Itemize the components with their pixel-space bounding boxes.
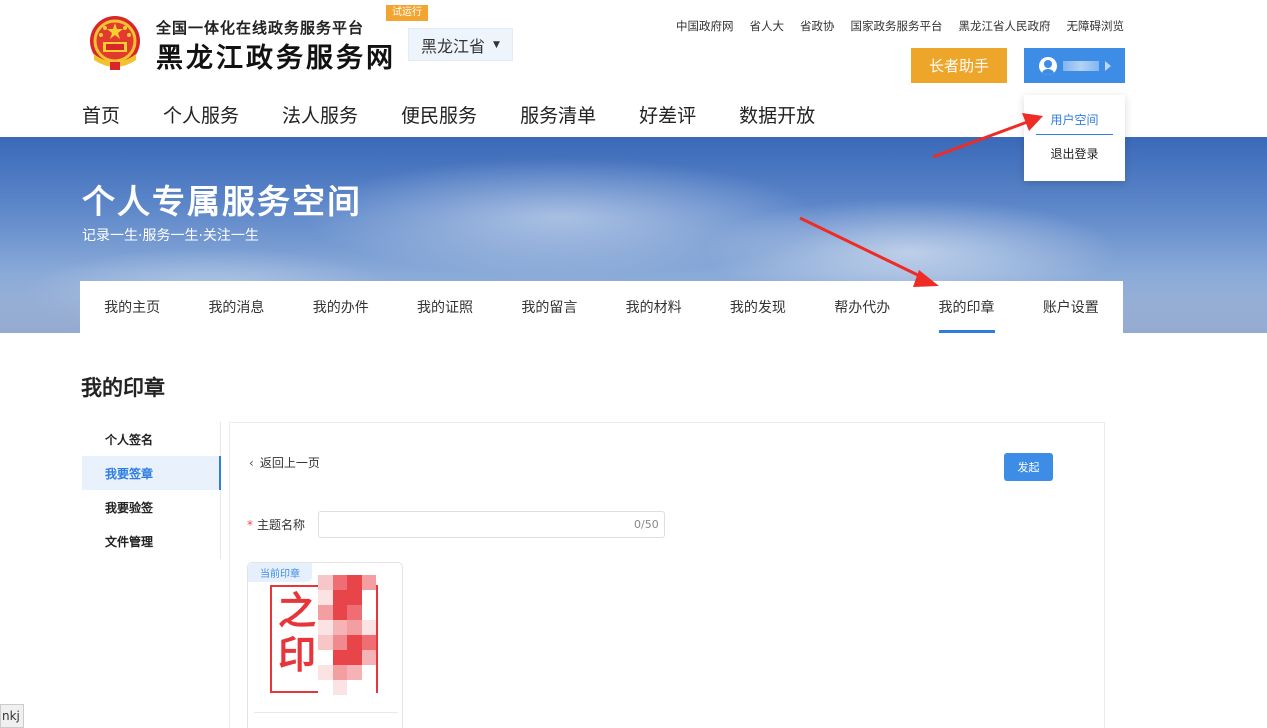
seal-side-menu: 个人签名 我要签章 我要验签 文件管理 [82, 422, 221, 559]
corner-tag: nkj [0, 704, 24, 728]
site-name: 黑龙江政务服务网 [156, 43, 396, 74]
banner-title: 个人专属服务空间 [82, 182, 362, 221]
top-link-npc[interactable]: 省人大 [750, 18, 785, 34]
side-item-sign-seal[interactable]: 我要签章 [82, 456, 221, 490]
char-count: 0/50 [634, 518, 659, 531]
blurred-username [1062, 60, 1099, 71]
mosaic-cell [318, 665, 333, 680]
mosaic-cell [332, 635, 347, 650]
tab-messages[interactable]: 我的消息 [184, 281, 288, 333]
main-nav: 首页 个人服务 法人服务 便民服务 服务清单 好差评 数据开放 [82, 101, 815, 128]
seal-card-divider [254, 712, 398, 713]
launch-button[interactable]: 发起 [1004, 453, 1053, 481]
main-nav-personal[interactable]: 个人服务 [163, 101, 239, 128]
blurred-seal-name [318, 575, 376, 695]
elder-assistant-button[interactable]: 长者助手 [911, 48, 1007, 83]
user-avatar-icon [1038, 56, 1057, 75]
mosaic-cell [332, 590, 347, 605]
mosaic-cell [361, 635, 376, 650]
main-nav-rating[interactable]: 好差评 [639, 101, 696, 128]
seal-character: 印 [278, 632, 317, 677]
mosaic-cell [318, 635, 333, 650]
tab-home[interactable]: 我的主页 [80, 281, 184, 333]
main-nav-open-data[interactable]: 数据开放 [739, 101, 815, 128]
mosaic-cell [361, 590, 376, 605]
mosaic-cell [347, 605, 362, 620]
mosaic-cell [361, 680, 376, 695]
side-item-verify[interactable]: 我要验签 [82, 490, 220, 524]
main-nav-home[interactable]: 首页 [82, 101, 120, 128]
top-link-national-platform[interactable]: 国家政务服务平台 [851, 18, 943, 34]
mosaic-cell [347, 620, 362, 635]
subject-name-label: * 主题名称 [247, 516, 305, 533]
mosaic-cell [318, 575, 333, 590]
space-tab-bar: 我的主页 我的消息 我的办件 我的证照 我的留言 我的材料 我的发现 帮办代办 … [80, 281, 1123, 333]
user-dropdown: 用户空间 退出登录 [1024, 95, 1125, 181]
side-item-signature[interactable]: 个人签名 [82, 422, 220, 456]
mosaic-cell [332, 680, 347, 695]
mosaic-cell [361, 605, 376, 620]
province-select[interactable]: 黑龙江省 ▼ [408, 28, 513, 61]
side-item-file-management[interactable]: 文件管理 [82, 524, 220, 558]
mosaic-cell [347, 635, 362, 650]
subject-name-label-text: 主题名称 [257, 518, 306, 532]
tab-messages-board[interactable]: 我的留言 [497, 281, 601, 333]
subject-name-input[interactable] [318, 511, 665, 538]
main-nav-legal-person[interactable]: 法人服务 [282, 101, 358, 128]
mosaic-cell [318, 605, 333, 620]
mosaic-cell [318, 620, 333, 635]
mosaic-cell [332, 575, 347, 590]
tab-discover[interactable]: 我的发现 [706, 281, 810, 333]
caret-down-icon: ▼ [493, 39, 500, 50]
back-link-label: 返回上一页 [259, 456, 320, 470]
mosaic-cell [347, 650, 362, 665]
banner-subtitle: 记录一生·服务一生·关注一生 [82, 228, 259, 244]
back-link[interactable]: ‹ 返回上一页 [249, 454, 320, 471]
section-title: 我的印章 [81, 376, 165, 400]
tab-agent-service[interactable]: 帮办代办 [810, 281, 914, 333]
province-label: 黑龙江省 [421, 36, 486, 56]
seal-character: 之 [278, 588, 317, 633]
mosaic-cell [332, 665, 347, 680]
mosaic-cell [347, 575, 362, 590]
trial-badge: 试运行 [386, 5, 428, 21]
tab-account-settings[interactable]: 账户设置 [1019, 281, 1123, 333]
top-link-provincial-gov[interactable]: 黑龙江省人民政府 [959, 18, 1051, 34]
mosaic-cell [361, 575, 376, 590]
mosaic-cell [347, 665, 362, 680]
top-links: 中国政府网 省人大 省政协 国家政务服务平台 黑龙江省人民政府 无障碍浏览 [676, 18, 1124, 34]
mosaic-cell [318, 680, 333, 695]
main-nav-convenience[interactable]: 便民服务 [401, 101, 477, 128]
tab-licenses[interactable]: 我的证照 [393, 281, 497, 333]
sign-seal-panel: ‹ 返回上一页 发起 * 主题名称 0/50 当前印章 之 印 [229, 422, 1105, 728]
caret-right-icon [1104, 60, 1111, 71]
tab-materials[interactable]: 我的材料 [601, 281, 705, 333]
main-nav-service-list[interactable]: 服务清单 [520, 101, 596, 128]
user-space-link[interactable]: 用户空间 [1036, 111, 1113, 135]
tab-my-cases[interactable]: 我的办件 [289, 281, 393, 333]
mosaic-cell [332, 650, 347, 665]
chevron-left-icon: ‹ [249, 455, 254, 470]
top-link-cppcc[interactable]: 省政协 [800, 18, 835, 34]
current-seal-card[interactable]: 当前印章 之 印 [247, 562, 403, 728]
mosaic-cell [318, 590, 333, 605]
required-asterisk: * [247, 517, 253, 532]
mosaic-cell [361, 650, 376, 665]
mosaic-cell [361, 620, 376, 635]
mosaic-cell [332, 620, 347, 635]
mosaic-cell [332, 605, 347, 620]
mosaic-cell [318, 650, 333, 665]
mosaic-cell [347, 590, 362, 605]
tab-my-seals[interactable]: 我的印章 [914, 281, 1018, 333]
mosaic-cell [361, 665, 376, 680]
mosaic-cell [347, 680, 362, 695]
logout-link[interactable]: 退出登录 [1036, 145, 1113, 162]
top-link-gov[interactable]: 中国政府网 [676, 18, 734, 34]
current-seal-tag: 当前印章 [248, 563, 312, 582]
platform-name: 全国一体化在线政务服务平台 [156, 19, 365, 37]
national-emblem-icon[interactable] [88, 14, 142, 72]
user-menu-button[interactable] [1024, 48, 1125, 83]
top-link-accessibility[interactable]: 无障碍浏览 [1067, 18, 1125, 34]
